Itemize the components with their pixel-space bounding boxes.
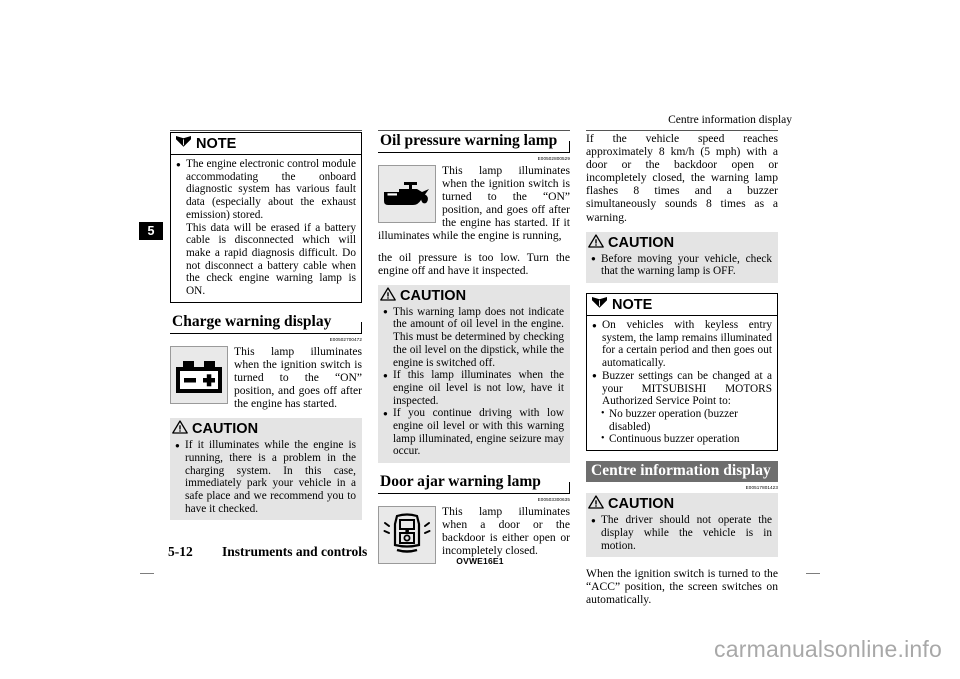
caution-body: This warning lamp does not indicate the …	[378, 304, 570, 464]
note-subitem: No buzzer operation (buzzer disabled)	[601, 407, 772, 433]
note-item: Buzzer settings can be changed at a your…	[592, 369, 772, 408]
caution-item: If you continue driving with low engine …	[383, 407, 564, 458]
note-body: On vehicles with keyless entry system, t…	[587, 316, 777, 450]
note-item: The engine electronic control module acc…	[176, 158, 356, 298]
caution-header: CAUTION	[586, 493, 778, 514]
manual-page: Centre information display 5 NOTE The e	[0, 0, 960, 679]
caution-item: If this lamp illuminates when the engine…	[383, 369, 564, 407]
warning-triangle-icon	[172, 420, 188, 438]
chapter-tab: 5	[139, 222, 163, 240]
note-subitem: Continuous buzzer operation	[601, 432, 772, 446]
caution-box-before-moving: CAUTION Before moving your vehicle, chec…	[586, 231, 778, 284]
document-code: OVWE16E1	[456, 556, 504, 566]
caution-body: If it illuminates while the engine is ru…	[170, 438, 362, 521]
caution-title: CAUTION	[608, 496, 675, 513]
figure-block-charge-warning: This lamp illuminates when the ignition …	[170, 345, 362, 418]
acc-position-text: When the ignition switch is turned to th…	[586, 567, 778, 607]
oil-pressure-body-rest: the oil pressure is too low. Turn the en…	[378, 250, 570, 277]
warning-triangle-icon	[380, 287, 396, 305]
section-heading-door-ajar-warning-lamp: Door ajar warning lamp	[378, 473, 570, 495]
watermark: carmanualsonline.info	[714, 636, 942, 662]
crop-mark-left	[140, 573, 154, 574]
warning-triangle-icon	[588, 234, 604, 252]
note-title: NOTE	[196, 135, 237, 152]
reference-code: E00517801423	[745, 485, 778, 491]
reference-code: E00503300635	[537, 497, 570, 503]
running-head: Centre information display	[668, 114, 792, 126]
door-ajar-speed-warning-text: If the vehicle speed reaches approximate…	[586, 132, 778, 224]
crop-mark-right	[806, 573, 820, 574]
reference-code: E00502800529	[537, 156, 570, 161]
oil-can-warning-lamp-icon	[378, 165, 436, 223]
caution-box-charging-system: CAUTION If it illuminates while the engi…	[170, 418, 362, 521]
section-heading-centre-information-display: Centre information display	[586, 461, 778, 483]
caution-title: CAUTION	[192, 421, 259, 438]
column-3: If the vehicle speed reaches approximate…	[586, 132, 778, 614]
caution-header: CAUTION	[378, 284, 570, 305]
caution-title: CAUTION	[608, 234, 675, 251]
note-title: NOTE	[612, 296, 653, 313]
note-box-engine-control-module: NOTE The engine electronic control modul…	[170, 132, 362, 303]
caution-box-oil-level: CAUTION This warning lamp does not indic…	[378, 284, 570, 464]
reference-code: E00502700472	[329, 336, 362, 342]
caution-title: CAUTION	[400, 287, 467, 304]
section-heading-charge-warning-display: Charge warning display	[170, 313, 362, 334]
caution-body: Before moving your vehicle, check that t…	[586, 251, 778, 284]
caution-item: Before moving your vehicle, check that t…	[591, 252, 772, 278]
column-rule-1	[170, 130, 362, 131]
column-2: Oil pressure warning lamp E00502800529 T…	[378, 132, 570, 567]
section-heading-oil-pressure-warning-lamp: Oil pressure warning lamp	[378, 132, 570, 153]
note-body: The engine electronic control module acc…	[171, 155, 361, 302]
caution-header: CAUTION	[170, 418, 362, 439]
column-rule-3	[586, 130, 778, 131]
battery-warning-lamp-icon	[170, 345, 228, 404]
open-book-icon	[175, 135, 192, 152]
warning-triangle-icon	[588, 495, 604, 513]
note-item: On vehicles with keyless entry system, t…	[592, 319, 772, 370]
caution-item: If it illuminates while the engine is ru…	[175, 439, 356, 515]
note-header: NOTE	[587, 294, 777, 317]
page-footer: 5-12 Instruments and controls OVWE16E1	[168, 544, 792, 566]
note-header: NOTE	[171, 133, 361, 155]
open-book-icon	[591, 296, 608, 313]
caution-header: CAUTION	[586, 231, 778, 252]
note-box-keyless-entry-buzzer: NOTE On vehicles with keyless entry syst…	[586, 293, 778, 452]
column-1: NOTE The engine electronic control modul…	[170, 132, 362, 530]
column-rule-2	[378, 130, 570, 131]
figure-block-oil-pressure: This lamp illuminates when the ignition …	[378, 164, 570, 251]
caution-item: This warning lamp does not indicate the …	[383, 305, 564, 370]
